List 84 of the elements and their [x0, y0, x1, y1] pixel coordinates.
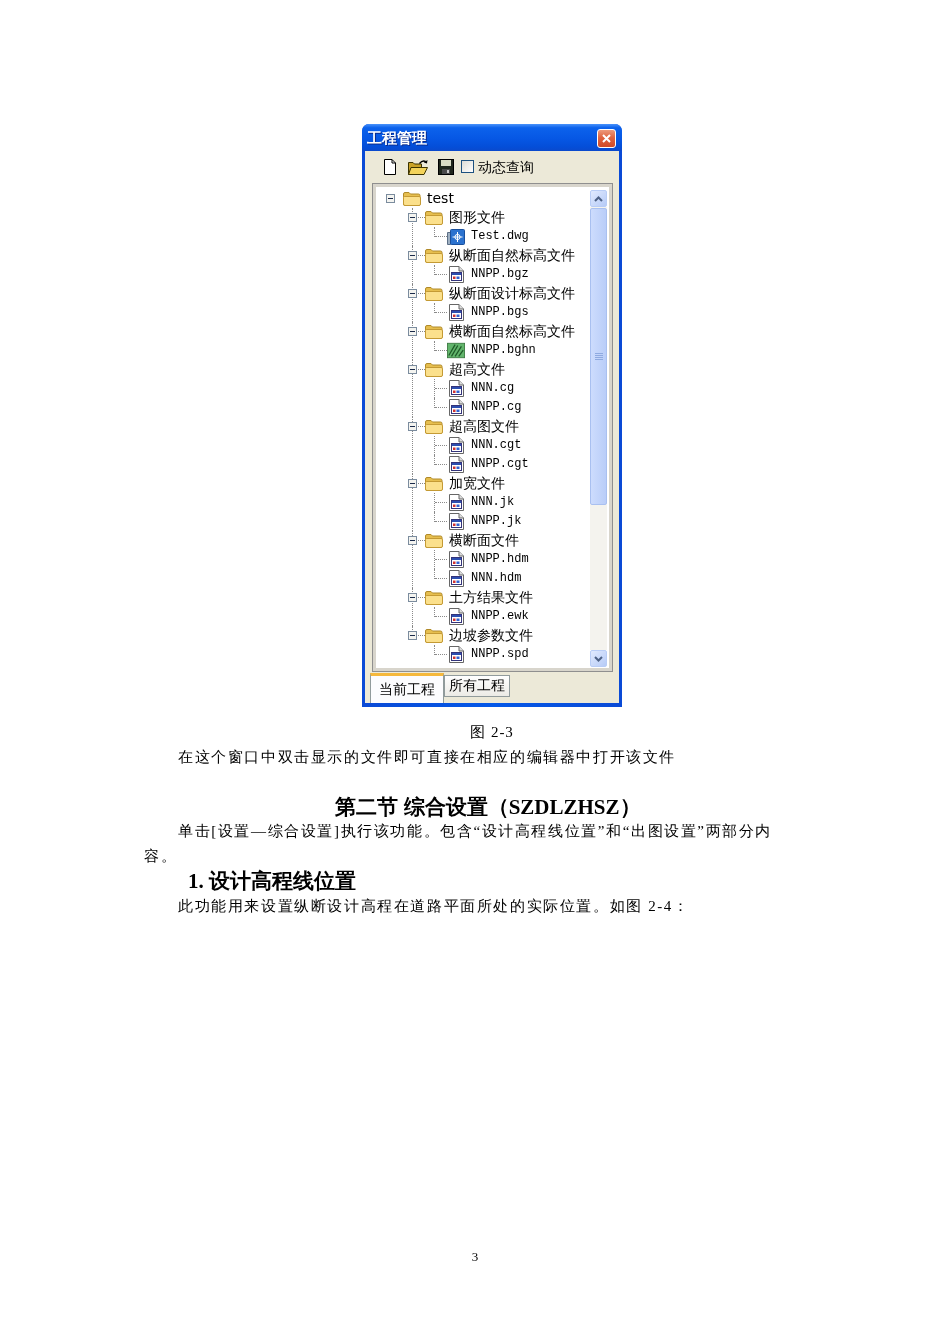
document-icon: [448, 380, 464, 397]
dynamic-query-checkbox[interactable]: [461, 160, 474, 173]
scrollbar-thumb[interactable]: [590, 208, 607, 505]
folder-icon: [425, 628, 443, 643]
document-icon: [448, 437, 464, 454]
folder-icon: [425, 248, 443, 263]
document-icon: [448, 551, 464, 568]
folder-icon: [425, 210, 443, 225]
document-icon: [448, 456, 464, 473]
document-icon: [448, 304, 464, 321]
expander-icon[interactable]: [408, 536, 417, 545]
save-icon[interactable]: [438, 158, 454, 175]
expander-icon[interactable]: [386, 194, 395, 203]
open-folder-icon[interactable]: [408, 158, 428, 175]
crosshair-tile-icon: [447, 228, 465, 245]
document-icon: [448, 513, 464, 530]
folder-icon: [425, 590, 443, 605]
tree-item-label[interactable]: 加宽文件: [449, 475, 505, 492]
tab[interactable]: 所有工程: [444, 675, 510, 697]
folder-icon: [425, 324, 443, 339]
document-icon: [448, 399, 464, 416]
close-button[interactable]: [597, 129, 616, 148]
tree-item-label[interactable]: 超高图文件: [449, 418, 519, 435]
tree-item-label[interactable]: NNPP.bgs: [471, 304, 529, 321]
paragraph: 在这个窗口中双击显示的文件即可直接在相应的编辑器中打开该文件: [177, 748, 676, 767]
tree-item-label[interactable]: NNPP.bghn: [471, 342, 536, 359]
tab[interactable]: 当前工程: [370, 673, 444, 703]
expander-icon[interactable]: [408, 365, 417, 374]
expander-icon[interactable]: [408, 327, 417, 336]
folder-icon: [403, 191, 421, 206]
subsection-heading: 1. 设计高程线位置: [188, 869, 356, 893]
image-icon: [447, 342, 465, 359]
tree-item-label[interactable]: 超高文件: [449, 361, 505, 378]
tree-item-label[interactable]: Test.dwg: [471, 228, 529, 245]
folder-icon: [425, 476, 443, 491]
tree-item-label[interactable]: 图形文件: [449, 209, 505, 226]
document-icon: [448, 570, 464, 587]
tree-item-label[interactable]: NNPP.jk: [471, 513, 522, 530]
tree-item-label[interactable]: 横断面自然标高文件: [449, 323, 575, 340]
tree-item-label[interactable]: NNPP.hdm: [471, 551, 529, 568]
expander-icon[interactable]: [408, 479, 417, 488]
new-file-icon[interactable]: [384, 158, 396, 175]
document-icon: [448, 266, 464, 283]
tree-item-label[interactable]: NNPP.ewk: [471, 608, 529, 625]
expander-icon[interactable]: [408, 631, 417, 640]
expander-icon[interactable]: [408, 213, 417, 222]
folder-icon: [425, 533, 443, 548]
figure-caption: 图 2-3: [470, 723, 514, 742]
tree-item-label[interactable]: 纵断面自然标高文件: [449, 247, 575, 264]
tree-item-label[interactable]: NNN.jk: [471, 494, 515, 511]
tree-item-label[interactable]: NNPP.cg: [471, 399, 522, 416]
close-icon: [602, 134, 611, 143]
tree-item-label[interactable]: NNPP.bgz: [471, 266, 529, 283]
folder-icon: [425, 362, 443, 377]
tree-item-label[interactable]: NNN.cg: [471, 380, 515, 397]
window-title: 工程管理: [367, 128, 427, 147]
document-icon: [448, 494, 464, 511]
page-number: 3: [471, 1249, 479, 1265]
tree-item-label[interactable]: NNN.cgt: [471, 437, 522, 454]
document-icon: [448, 608, 464, 625]
checkbox-label[interactable]: 动态查询: [478, 157, 534, 176]
expander-icon[interactable]: [408, 251, 417, 260]
tree-item-label[interactable]: 横断面文件: [449, 532, 519, 549]
grip-icon: [594, 353, 603, 360]
tree-item-label[interactable]: test: [427, 190, 454, 207]
tree-item-label[interactable]: NNN.hdm: [471, 570, 522, 587]
scroll-up-button[interactable]: [590, 190, 607, 207]
section-heading: 第二节 综合设置（SZDLZHSZ）: [335, 795, 641, 819]
chevron-down-icon: [594, 655, 603, 662]
paragraph: 此功能用来设置纵断设计高程在道路平面所处的实际位置。如图 2-4：: [177, 897, 690, 916]
tree-item-label[interactable]: 纵断面设计标高文件: [449, 285, 575, 302]
tree-item-label[interactable]: 土方结果文件: [449, 589, 533, 606]
scroll-down-button[interactable]: [590, 650, 607, 667]
paragraph: 单击[设置—综合设置]执行该功能。包含“设计高程线位置”和“出图设置”两部分内容。: [144, 822, 774, 866]
tree-item-label[interactable]: 边坡参数文件: [449, 627, 533, 644]
tree-item-label[interactable]: NNPP.spd: [471, 646, 529, 663]
document-icon: [448, 646, 464, 663]
expander-icon[interactable]: [408, 593, 417, 602]
expander-icon[interactable]: [408, 289, 417, 298]
folder-icon: [425, 419, 443, 434]
expander-icon[interactable]: [408, 422, 417, 431]
tree-item-label[interactable]: NNPP.cgt: [471, 456, 529, 473]
chevron-up-icon: [594, 195, 603, 202]
folder-icon: [425, 286, 443, 301]
